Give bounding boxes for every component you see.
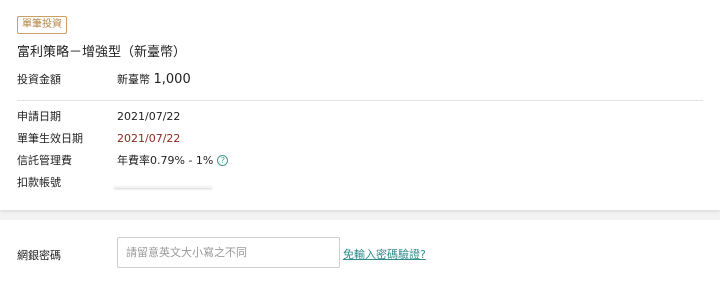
passwordless-verify-link[interactable]: 免輸入密碼驗證? (343, 246, 426, 262)
order-type-badge: 單筆投資 (17, 16, 67, 34)
effective-date-value: 2021/07/22 (117, 132, 181, 145)
apply-date-label: 申請日期 (17, 110, 61, 123)
currency: 新臺幣 (117, 73, 150, 86)
password-section: 網銀密碼 免輸入密碼驗證? (0, 220, 720, 287)
divider (17, 100, 703, 101)
debit-account-label: 扣款帳號 (17, 176, 61, 189)
effective-date-label: 單筆生效日期 (17, 132, 83, 145)
investment-amount-value: 新臺幣 1,000 (117, 71, 191, 89)
investment-amount-label: 投資金額 (17, 73, 61, 86)
password-label: 網銀密碼 (17, 249, 61, 262)
amount: 1,000 (153, 72, 191, 87)
help-icon[interactable]: ? (217, 155, 229, 166)
section-separator (0, 210, 720, 220)
management-fee-label: 信託管理費 (17, 154, 72, 167)
fee-rate: 年費率0.79% - 1% (117, 154, 214, 167)
password-input[interactable] (117, 237, 340, 268)
product-name: 富利策略－增強型（新臺幣） (17, 45, 187, 60)
order-summary-card: 單筆投資 富利策略－增強型（新臺幣） 投資金額 新臺幣 1,000 申請日期 2… (0, 0, 720, 210)
apply-date-value: 2021/07/22 (117, 110, 181, 123)
debit-account-dropdown[interactable] (114, 186, 212, 188)
management-fee-value: 年費率0.79% - 1%? (117, 152, 229, 170)
